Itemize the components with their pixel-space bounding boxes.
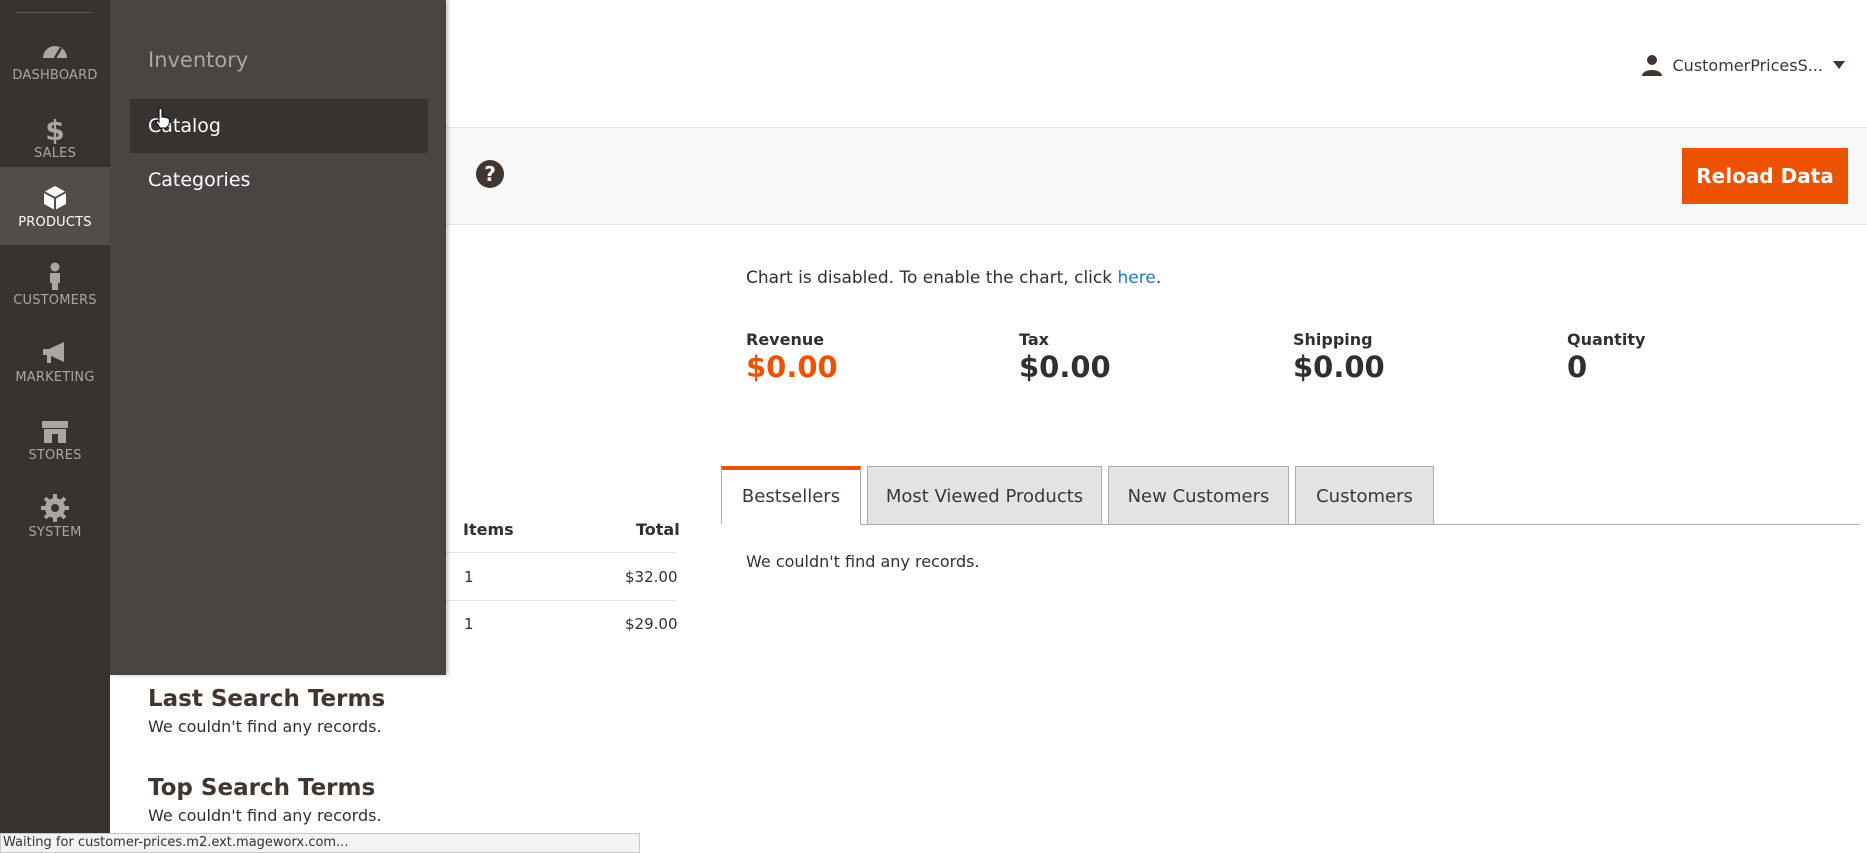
store-icon [42, 421, 68, 443]
nav-item-dashboard[interactable]: DASHBOARD [0, 20, 110, 98]
dollar-icon: $ [45, 114, 64, 144]
revenue-value: $0.00 [746, 350, 838, 384]
submenu-item-catalog[interactable]: Catalog [130, 99, 428, 153]
shipping-value: $0.00 [1293, 350, 1385, 384]
nav-item-products[interactable]: PRODUCTS [0, 167, 110, 245]
tax-label: Tax [1019, 330, 1049, 349]
box-icon [43, 186, 67, 210]
nav-item-sales[interactable]: $ SALES [0, 98, 110, 176]
quantity-value: 0 [1567, 350, 1588, 384]
user-icon [1641, 55, 1662, 76]
chart-disabled-message: Chart is disabled. To enable the chart, … [746, 268, 1162, 288]
table-cell-total: $29.00 [625, 615, 678, 633]
submenu-item-categories[interactable]: Categories [130, 153, 428, 207]
top-search-terms-message: We couldn't find any records. [148, 806, 382, 825]
admin-sidebar: DASHBOARD $ SALES PRODUCTS CUSTOMERS MAR… [0, 0, 110, 853]
gear-icon [41, 494, 69, 522]
top-search-terms-title: Top Search Terms [148, 775, 376, 801]
nav-item-marketing[interactable]: MARKETING [0, 322, 110, 400]
nav-item-stores[interactable]: STORES [0, 400, 110, 478]
table-cell-items: 1 [464, 568, 474, 586]
table-cell-total: $32.00 [625, 568, 678, 586]
user-name: CustomerPricesS... [1672, 55, 1824, 75]
submenu-section-title: Inventory [148, 48, 249, 72]
user-account-menu[interactable]: CustomerPricesS... [1641, 54, 1845, 76]
last-search-terms-title: Last Search Terms [148, 686, 386, 712]
dashboard-icon [43, 46, 67, 59]
browser-status-bar: Waiting for customer-prices.m2.ext.magew… [0, 833, 640, 853]
nav-item-system[interactable]: SYSTEM [0, 477, 110, 555]
tab-new-customers[interactable]: New Customers [1108, 466, 1289, 524]
tab-empty-message: We couldn't find any records. [746, 552, 980, 571]
quantity-label: Quantity [1567, 330, 1646, 349]
person-icon [50, 262, 60, 290]
chevron-down-icon [1833, 61, 1845, 69]
megaphone-icon [43, 342, 64, 363]
last-search-terms-message: We couldn't find any records. [148, 717, 382, 736]
tab-bestsellers[interactable]: Bestsellers [721, 466, 861, 524]
help-icon[interactable]: ? [476, 160, 504, 188]
enable-chart-link[interactable]: here [1118, 268, 1156, 288]
reload-data-button[interactable]: Reload Data [1682, 148, 1848, 204]
revenue-label: Revenue [746, 330, 825, 349]
table-cell-items: 1 [464, 615, 474, 633]
tax-value: $0.00 [1019, 350, 1111, 384]
hand-cursor-icon [155, 107, 171, 129]
table-divider [446, 600, 676, 601]
tab-customers[interactable]: Customers [1295, 466, 1434, 524]
svg-text:$: $ [45, 114, 64, 144]
tab-most-viewed-products[interactable]: Most Viewed Products [867, 466, 1102, 524]
table-divider [446, 552, 676, 553]
column-header-total: Total [636, 520, 680, 539]
shipping-label: Shipping [1293, 330, 1373, 349]
sidebar-divider [16, 12, 92, 13]
products-submenu: Inventory Catalog Categories [110, 0, 446, 675]
column-header-items: Items [463, 520, 514, 539]
nav-item-customers[interactable]: CUSTOMERS [0, 245, 110, 323]
